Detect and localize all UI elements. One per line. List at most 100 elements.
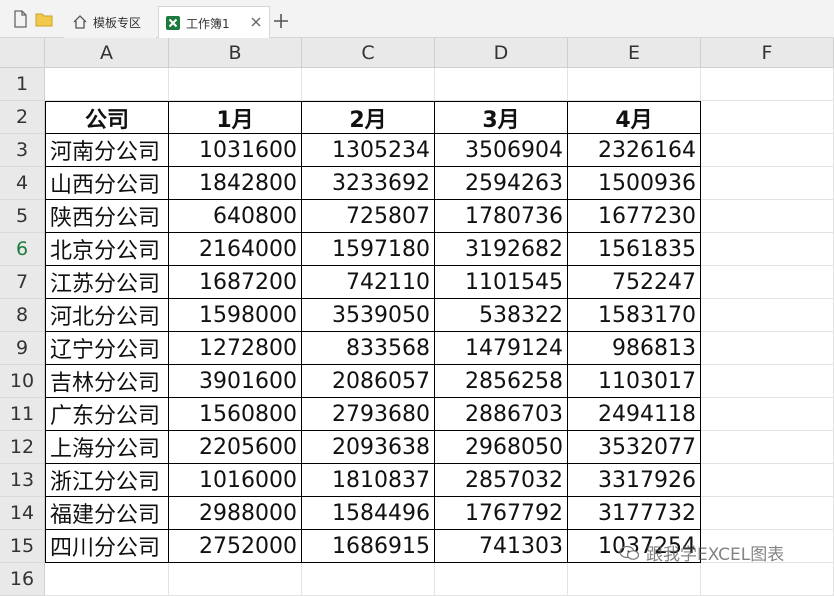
row-header-3[interactable]: 3	[0, 134, 45, 167]
row-header-6[interactable]: 6	[0, 233, 45, 266]
value-cell[interactable]: 3177732	[568, 497, 701, 530]
value-cell[interactable]: 1305234	[302, 134, 435, 167]
table-header-cell[interactable]: 2月	[302, 101, 435, 134]
value-cell[interactable]: 2856258	[435, 365, 568, 398]
value-cell[interactable]: 2857032	[435, 464, 568, 497]
value-cell[interactable]: 2086057	[302, 365, 435, 398]
cell-f5[interactable]	[701, 200, 834, 233]
row-header-9[interactable]: 9	[0, 332, 45, 365]
row-header-16[interactable]: 16	[0, 563, 45, 596]
open-folder-icon[interactable]	[34, 10, 54, 28]
column-header-f[interactable]: F	[701, 38, 834, 68]
cell-a1[interactable]	[45, 68, 169, 101]
close-icon[interactable]	[249, 15, 263, 29]
column-header-c[interactable]: C	[302, 38, 435, 68]
value-cell[interactable]: 1583170	[568, 299, 701, 332]
company-cell[interactable]: 北京分公司	[45, 233, 169, 266]
company-cell[interactable]: 吉林分公司	[45, 365, 169, 398]
value-cell[interactable]: 742110	[302, 266, 435, 299]
value-cell[interactable]: 2093638	[302, 431, 435, 464]
value-cell[interactable]: 640800	[169, 200, 302, 233]
row-header-4[interactable]: 4	[0, 167, 45, 200]
value-cell[interactable]: 1584496	[302, 497, 435, 530]
cell-c16[interactable]	[302, 563, 435, 596]
select-all-corner[interactable]	[0, 38, 45, 68]
cell-f13[interactable]	[701, 464, 834, 497]
cell-f6[interactable]	[701, 233, 834, 266]
value-cell[interactable]: 1842800	[169, 167, 302, 200]
company-cell[interactable]: 福建分公司	[45, 497, 169, 530]
company-cell[interactable]: 浙江分公司	[45, 464, 169, 497]
value-cell[interactable]: 833568	[302, 332, 435, 365]
value-cell[interactable]: 986813	[568, 332, 701, 365]
row-header-7[interactable]: 7	[0, 266, 45, 299]
cell-f14[interactable]	[701, 497, 834, 530]
value-cell[interactable]: 1500936	[568, 167, 701, 200]
value-cell[interactable]: 3506904	[435, 134, 568, 167]
row-header-8[interactable]: 8	[0, 299, 45, 332]
value-cell[interactable]: 2205600	[169, 431, 302, 464]
value-cell[interactable]: 1686915	[302, 530, 435, 563]
value-cell[interactable]: 3901600	[169, 365, 302, 398]
value-cell[interactable]: 2594263	[435, 167, 568, 200]
cell-b1[interactable]	[169, 68, 302, 101]
value-cell[interactable]: 1272800	[169, 332, 302, 365]
row-header-5[interactable]: 5	[0, 200, 45, 233]
cell-f3[interactable]	[701, 134, 834, 167]
company-cell[interactable]: 江苏分公司	[45, 266, 169, 299]
cell-a16[interactable]	[45, 563, 169, 596]
cell-f16[interactable]	[701, 563, 834, 596]
row-header-2[interactable]: 2	[0, 101, 45, 134]
value-cell[interactable]: 1780736	[435, 200, 568, 233]
new-tab-icon[interactable]	[272, 12, 290, 30]
cell-d16[interactable]	[435, 563, 568, 596]
cell-f10[interactable]	[701, 365, 834, 398]
value-cell[interactable]: 1810837	[302, 464, 435, 497]
value-cell[interactable]: 1479124	[435, 332, 568, 365]
cell-e1[interactable]	[568, 68, 701, 101]
value-cell[interactable]: 2164000	[169, 233, 302, 266]
row-header-13[interactable]: 13	[0, 464, 45, 497]
cell-f12[interactable]	[701, 431, 834, 464]
company-cell[interactable]: 广东分公司	[45, 398, 169, 431]
table-header-cell[interactable]: 公司	[45, 101, 169, 134]
column-header-e[interactable]: E	[568, 38, 701, 68]
company-cell[interactable]: 辽宁分公司	[45, 332, 169, 365]
value-cell[interactable]: 1031600	[169, 134, 302, 167]
column-header-b[interactable]: B	[169, 38, 302, 68]
table-header-cell[interactable]: 3月	[435, 101, 568, 134]
cell-f8[interactable]	[701, 299, 834, 332]
table-header-cell[interactable]: 1月	[169, 101, 302, 134]
cell-f7[interactable]	[701, 266, 834, 299]
value-cell[interactable]: 2793680	[302, 398, 435, 431]
cell-f11[interactable]	[701, 398, 834, 431]
new-file-icon[interactable]	[10, 10, 30, 28]
value-cell[interactable]: 3539050	[302, 299, 435, 332]
company-cell[interactable]: 河北分公司	[45, 299, 169, 332]
value-cell[interactable]: 1560800	[169, 398, 302, 431]
value-cell[interactable]: 2494118	[568, 398, 701, 431]
company-cell[interactable]: 山西分公司	[45, 167, 169, 200]
cell-f2[interactable]	[701, 101, 834, 134]
value-cell[interactable]: 1687200	[169, 266, 302, 299]
value-cell[interactable]: 741303	[435, 530, 568, 563]
value-cell[interactable]: 752247	[568, 266, 701, 299]
cell-e16[interactable]	[568, 563, 701, 596]
row-header-10[interactable]: 10	[0, 365, 45, 398]
value-cell[interactable]: 1598000	[169, 299, 302, 332]
value-cell[interactable]: 3233692	[302, 167, 435, 200]
cell-c1[interactable]	[302, 68, 435, 101]
value-cell[interactable]: 1677230	[568, 200, 701, 233]
column-header-d[interactable]: D	[435, 38, 568, 68]
cell-b16[interactable]	[169, 563, 302, 596]
value-cell[interactable]: 538322	[435, 299, 568, 332]
value-cell[interactable]: 3192682	[435, 233, 568, 266]
value-cell[interactable]: 725807	[302, 200, 435, 233]
table-header-cell[interactable]: 4月	[568, 101, 701, 134]
value-cell[interactable]: 1597180	[302, 233, 435, 266]
company-cell[interactable]: 上海分公司	[45, 431, 169, 464]
company-cell[interactable]: 陕西分公司	[45, 200, 169, 233]
value-cell[interactable]: 1767792	[435, 497, 568, 530]
value-cell[interactable]: 2988000	[169, 497, 302, 530]
value-cell[interactable]: 2326164	[568, 134, 701, 167]
